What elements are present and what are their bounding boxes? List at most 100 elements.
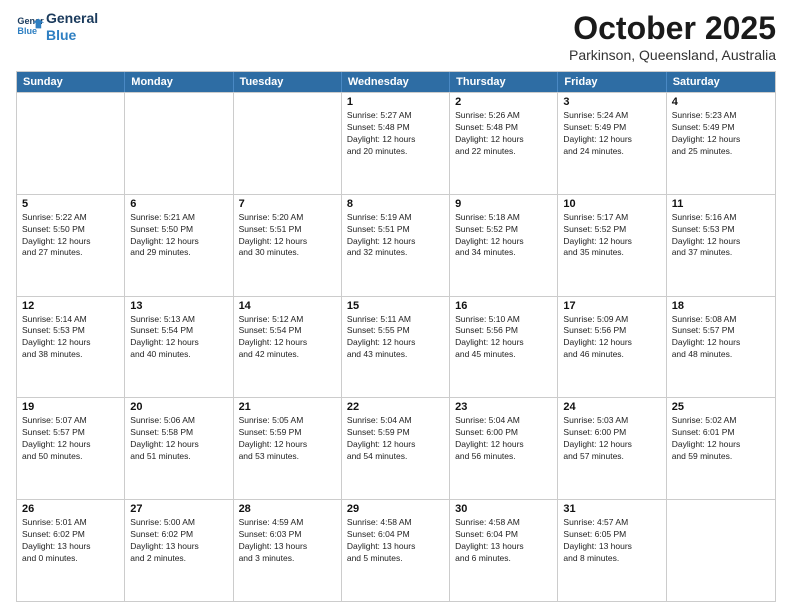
day-23: 23 Sunrise: 5:04 AM Sunset: 6:00 PM Dayli… [450,398,558,499]
day-22: 22 Sunrise: 5:04 AM Sunset: 5:59 PM Dayli… [342,398,450,499]
day-number-17: 17 [563,300,660,312]
day-info-15: Sunrise: 5:11 AM Sunset: 5:55 PM Dayligh… [347,314,444,362]
col-monday: Monday [125,72,233,92]
calendar-header-row: Sunday Monday Tuesday Wednesday Thursday… [17,72,775,92]
day-number-27: 27 [130,503,227,515]
day-21: 21 Sunrise: 5:05 AM Sunset: 5:59 PM Dayli… [234,398,342,499]
col-tuesday: Tuesday [234,72,342,92]
day-number-25: 25 [672,401,770,413]
day-number-14: 14 [239,300,336,312]
day-number-12: 12 [22,300,119,312]
week-row-4: 19Sunrise: 5:07 AM Sunset: 5:57 PM Dayli… [17,397,775,499]
week-row-3: 12 Sunrise: 5:14 AM Sunset: 5:53 PM Dayli… [17,296,775,398]
day-info-3: Sunrise: 5:24 AM Sunset: 5:49 PM Dayligh… [563,110,660,158]
day-info-28: Sunrise: 4:59 AM Sunset: 6:03 PM Dayligh… [239,517,336,565]
day-number-13: 13 [130,300,227,312]
day-number-3: 3 [563,96,660,108]
col-wednesday: Wednesday [342,72,450,92]
day-20: 20Sunrise: 5:06 AM Sunset: 5:58 PM Dayli… [125,398,233,499]
day-28: 28 Sunrise: 4:59 AM Sunset: 6:03 PM Dayli… [234,500,342,601]
page: General Blue General Blue October 2025 P… [0,0,792,612]
day-13: 13 Sunrise: 5:13 AM Sunset: 5:54 PM Dayli… [125,297,233,398]
day-info-7: Sunrise: 5:20 AM Sunset: 5:51 PM Dayligh… [239,212,336,260]
day-info-9: Sunrise: 5:18 AM Sunset: 5:52 PM Dayligh… [455,212,552,260]
empty-cell [125,93,233,194]
day-info-23: Sunrise: 5:04 AM Sunset: 6:00 PM Dayligh… [455,415,552,463]
day-number-11: 11 [672,198,770,210]
week-row-5: 26Sunrise: 5:01 AM Sunset: 6:02 PM Dayli… [17,499,775,601]
day-number-31: 31 [563,503,660,515]
col-thursday: Thursday [450,72,558,92]
day-info-29: Sunrise: 4:58 AM Sunset: 6:04 PM Dayligh… [347,517,444,565]
empty-cell [234,93,342,194]
day-info-5: Sunrise: 5:22 AM Sunset: 5:50 PM Dayligh… [22,212,119,260]
day-14: 14Sunrise: 5:12 AM Sunset: 5:54 PM Dayli… [234,297,342,398]
day-number-29: 29 [347,503,444,515]
header: General Blue General Blue October 2025 P… [16,10,776,63]
week-row-2: 5 Sunrise: 5:22 AM Sunset: 5:50 PM Daylig… [17,194,775,296]
day-number-6: 6 [130,198,227,210]
day-9: 9 Sunrise: 5:18 AM Sunset: 5:52 PM Daylig… [450,195,558,296]
day-info-24: Sunrise: 5:03 AM Sunset: 6:00 PM Dayligh… [563,415,660,463]
day-number-2: 2 [455,96,552,108]
day-31: 31 Sunrise: 4:57 AM Sunset: 6:05 PM Dayli… [558,500,666,601]
day-info-12: Sunrise: 5:14 AM Sunset: 5:53 PM Dayligh… [22,314,119,362]
day-number-10: 10 [563,198,660,210]
day-26: 26Sunrise: 5:01 AM Sunset: 6:02 PM Dayli… [17,500,125,601]
day-number-8: 8 [347,198,444,210]
day-info-2: Sunrise: 5:26 AM Sunset: 5:48 PM Dayligh… [455,110,552,158]
day-info-19: Sunrise: 5:07 AM Sunset: 5:57 PM Dayligh… [22,415,119,463]
day-10: 10 Sunrise: 5:17 AM Sunset: 5:52 PM Dayli… [558,195,666,296]
day-number-4: 4 [672,96,770,108]
week-row-1: 1Sunrise: 5:27 AM Sunset: 5:48 PM Daylig… [17,92,775,194]
day-info-13: Sunrise: 5:13 AM Sunset: 5:54 PM Dayligh… [130,314,227,362]
day-11: 11Sunrise: 5:16 AM Sunset: 5:53 PM Dayli… [667,195,775,296]
empty-cell [17,93,125,194]
day-17: 17Sunrise: 5:09 AM Sunset: 5:56 PM Dayli… [558,297,666,398]
col-saturday: Saturday [667,72,775,92]
day-info-6: Sunrise: 5:21 AM Sunset: 5:50 PM Dayligh… [130,212,227,260]
day-number-24: 24 [563,401,660,413]
day-number-15: 15 [347,300,444,312]
day-5: 5 Sunrise: 5:22 AM Sunset: 5:50 PM Daylig… [17,195,125,296]
col-friday: Friday [558,72,666,92]
logo: General Blue General Blue [16,10,98,44]
day-info-27: Sunrise: 5:00 AM Sunset: 6:02 PM Dayligh… [130,517,227,565]
day-2: 2 Sunrise: 5:26 AM Sunset: 5:48 PM Daylig… [450,93,558,194]
col-sunday: Sunday [17,72,125,92]
day-15: 15 Sunrise: 5:11 AM Sunset: 5:55 PM Dayli… [342,297,450,398]
day-number-1: 1 [347,96,444,108]
empty-cell [667,500,775,601]
day-number-21: 21 [239,401,336,413]
day-number-7: 7 [239,198,336,210]
day-number-20: 20 [130,401,227,413]
day-8: 8Sunrise: 5:19 AM Sunset: 5:51 PM Daylig… [342,195,450,296]
day-number-22: 22 [347,401,444,413]
day-16: 16 Sunrise: 5:10 AM Sunset: 5:56 PM Dayli… [450,297,558,398]
day-info-18: Sunrise: 5:08 AM Sunset: 5:57 PM Dayligh… [672,314,770,362]
title-block: October 2025 Parkinson, Queensland, Aust… [569,10,776,63]
day-number-28: 28 [239,503,336,515]
day-27: 27 Sunrise: 5:00 AM Sunset: 6:02 PM Dayli… [125,500,233,601]
day-30: 30Sunrise: 4:58 AM Sunset: 6:04 PM Dayli… [450,500,558,601]
day-number-5: 5 [22,198,119,210]
day-number-26: 26 [22,503,119,515]
day-number-9: 9 [455,198,552,210]
day-info-10: Sunrise: 5:17 AM Sunset: 5:52 PM Dayligh… [563,212,660,260]
day-3: 3 Sunrise: 5:24 AM Sunset: 5:49 PM Daylig… [558,93,666,194]
day-19: 19Sunrise: 5:07 AM Sunset: 5:57 PM Dayli… [17,398,125,499]
day-info-21: Sunrise: 5:05 AM Sunset: 5:59 PM Dayligh… [239,415,336,463]
day-4: 4 Sunrise: 5:23 AM Sunset: 5:49 PM Daylig… [667,93,775,194]
day-info-4: Sunrise: 5:23 AM Sunset: 5:49 PM Dayligh… [672,110,770,158]
day-6: 6 Sunrise: 5:21 AM Sunset: 5:50 PM Daylig… [125,195,233,296]
day-number-18: 18 [672,300,770,312]
day-info-16: Sunrise: 5:10 AM Sunset: 5:56 PM Dayligh… [455,314,552,362]
day-1: 1Sunrise: 5:27 AM Sunset: 5:48 PM Daylig… [342,93,450,194]
day-info-22: Sunrise: 5:04 AM Sunset: 5:59 PM Dayligh… [347,415,444,463]
day-number-23: 23 [455,401,552,413]
day-info-31: Sunrise: 4:57 AM Sunset: 6:05 PM Dayligh… [563,517,660,565]
day-25: 25Sunrise: 5:02 AM Sunset: 6:01 PM Dayli… [667,398,775,499]
day-18: 18 Sunrise: 5:08 AM Sunset: 5:57 PM Dayli… [667,297,775,398]
day-number-16: 16 [455,300,552,312]
day-24: 24 Sunrise: 5:03 AM Sunset: 6:00 PM Dayli… [558,398,666,499]
